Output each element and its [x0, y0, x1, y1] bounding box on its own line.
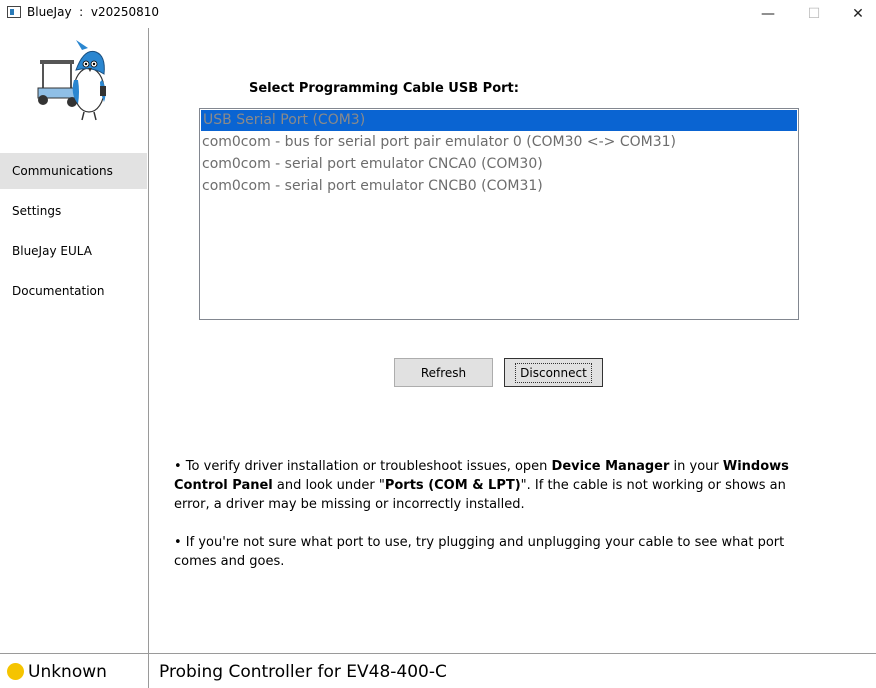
- main-panel: Select Programming Cable USB Port: USB S…: [149, 28, 876, 653]
- device-manager-text: Device Manager: [551, 459, 670, 474]
- driver-note: • To verify driver installation or troub…: [174, 457, 794, 514]
- port-note: • If you're not sure what port to use, t…: [174, 535, 785, 569]
- title-bar: BlueJay : v20250810 — ☐ ✕: [0, 0, 876, 28]
- close-button[interactable]: ✕: [835, 0, 876, 28]
- note-text: To verify driver installation or trouble…: [181, 459, 552, 474]
- note-text: and look under ": [272, 478, 385, 493]
- status-bar: Unknown Probing Controller for EV48-400-…: [0, 653, 876, 688]
- status-indicator-icon: [7, 663, 24, 680]
- window-title: BlueJay : v20250810: [27, 5, 160, 19]
- disconnect-button[interactable]: Disconnect: [504, 358, 603, 387]
- sidebar: Communications Settings BlueJay EULA Doc…: [0, 28, 149, 653]
- port-listbox[interactable]: USB Serial Port (COM3) com0com - bus for…: [199, 108, 799, 320]
- status-divider: [148, 654, 149, 688]
- refresh-button[interactable]: Refresh: [394, 358, 493, 387]
- note-text: in your: [669, 459, 723, 474]
- port-list-item[interactable]: USB Serial Port (COM3): [201, 110, 797, 131]
- device-description: Probing Controller for EV48-400-C: [159, 662, 447, 682]
- sidebar-item-label: Documentation: [12, 284, 105, 298]
- app-icon: [7, 6, 21, 18]
- help-notes: • To verify driver installation or troub…: [174, 457, 794, 590]
- sidebar-item-label: BlueJay EULA: [12, 244, 92, 258]
- sidebar-item-eula[interactable]: BlueJay EULA: [0, 233, 147, 269]
- port-list-item[interactable]: com0com - serial port emulator CNCA0 (CO…: [200, 153, 798, 175]
- port-list-item[interactable]: com0com - bus for serial port pair emula…: [200, 131, 798, 153]
- ports-text: Ports (COM & LPT): [384, 478, 521, 493]
- note-bullet: •: [174, 459, 182, 474]
- disconnect-button-label: Disconnect: [515, 362, 592, 383]
- sidebar-item-label: Communications: [12, 164, 113, 178]
- sidebar-item-documentation[interactable]: Documentation: [0, 273, 147, 309]
- maximize-button[interactable]: ☐: [791, 0, 837, 28]
- port-list-item[interactable]: com0com - serial port emulator CNCB0 (CO…: [200, 175, 798, 197]
- sidebar-item-label: Settings: [12, 204, 62, 218]
- sidebar-item-communications[interactable]: Communications: [0, 153, 147, 189]
- port-heading: Select Programming Cable USB Port:: [249, 81, 519, 96]
- sidebar-item-settings[interactable]: Settings: [0, 193, 147, 229]
- bluejay-logo-icon: [34, 30, 110, 140]
- connection-status: Unknown: [28, 662, 107, 682]
- minimize-button[interactable]: —: [745, 0, 791, 28]
